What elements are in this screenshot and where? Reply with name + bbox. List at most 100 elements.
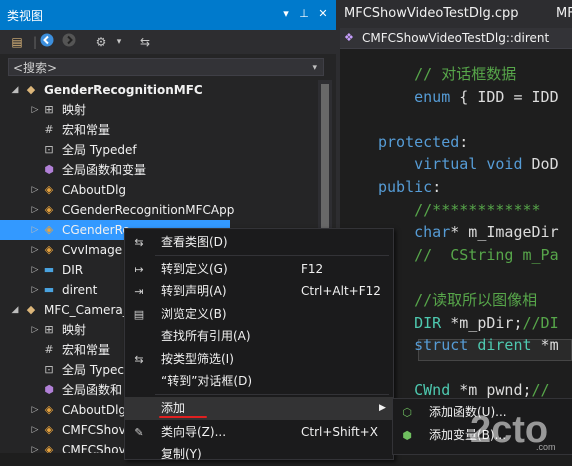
code-line[interactable]: // 对话框数据: [378, 64, 516, 84]
menu-item-label: 按类型筛选(I): [161, 351, 234, 366]
class-icon: ◈: [44, 183, 54, 196]
tree-item[interactable]: # 宏和常量: [0, 120, 320, 140]
menu-separator: [155, 393, 389, 395]
search-input[interactable]: <搜索> ▾: [8, 58, 324, 76]
code-line[interactable]: // CString m_Pa: [378, 245, 559, 265]
tree-item-label: CAboutDlg: [62, 183, 127, 197]
code-token: // 对话框数据: [414, 65, 517, 83]
pin-icon[interactable]: ⊥: [296, 6, 312, 22]
menu-item[interactable]: ▤ 浏览定义(B): [125, 303, 393, 326]
code-line[interactable]: public:: [378, 177, 441, 197]
tree-item-label: 全局 Typedef: [62, 143, 137, 157]
code-line[interactable]: protected:: [378, 132, 468, 152]
add-variable-icon: ⬢: [402, 429, 412, 442]
menu-item[interactable]: 添加 ▶: [125, 396, 393, 420]
tree-item[interactable]: ▷ ◈ CAboutDlg: [0, 180, 320, 200]
tab-active-file[interactable]: MFCShowVideoTestDlg.cpp: [340, 3, 519, 25]
back-icon[interactable]: [38, 33, 56, 51]
search-dropdown-icon[interactable]: ▾: [312, 59, 317, 77]
menu-item[interactable]: “转到”对话框(D): [125, 370, 393, 393]
code-token: *m_pDir;: [441, 313, 523, 332]
dropdown-icon[interactable]: ▾: [278, 6, 294, 22]
expander-icon[interactable]: ▷: [30, 220, 40, 240]
menu-item[interactable]: ⇆ 查看类图(D): [125, 231, 393, 254]
menu-item[interactable]: 查找所有引用(A): [125, 325, 393, 348]
code-token: { IDD = IDD: [450, 87, 559, 106]
expander-icon[interactable]: ▷: [30, 420, 40, 440]
tree-item[interactable]: ⊡ 全局 Typedef: [0, 140, 320, 160]
tree-item-label: CMFCShov: [62, 423, 126, 437]
class-icon: ◈: [44, 203, 54, 216]
tree-item[interactable]: ▷ ⊞ 映射: [0, 100, 320, 120]
add-function-icon: ⬡: [402, 406, 412, 419]
svg-text:.com: .com: [536, 442, 556, 452]
code-token: CWnd: [414, 381, 451, 400]
close-icon[interactable]: ✕: [315, 6, 331, 22]
code-line[interactable]: //读取所以图像相: [378, 290, 537, 310]
menu-item-label: 转到声明(A): [161, 284, 227, 298]
expander-icon[interactable]: ▷: [30, 200, 40, 220]
tree-item-label: 全局 Typec: [62, 363, 124, 377]
code-line[interactable]: DIR *m_pDir;//DI: [378, 313, 559, 333]
goto-decl-icon: ⇥: [134, 285, 144, 298]
struct-icon: ▬: [43, 283, 55, 296]
filter-icon: ⇆: [134, 352, 144, 366]
class-view-title-bar: 类视图 ▾ ⊥ ✕: [0, 0, 336, 30]
settings-dropdown-icon[interactable]: ▾: [110, 33, 128, 51]
code-token: :: [459, 132, 469, 151]
expander-icon[interactable]: ▷: [30, 260, 40, 280]
class-icon: ◈: [44, 443, 54, 453]
navigation-member[interactable]: CMFCShowVideoTestDlg::dirent: [362, 29, 549, 47]
expander-icon[interactable]: ▷: [30, 440, 40, 453]
code-line[interactable]: //************: [378, 200, 540, 220]
tree-item[interactable]: ▷ ◈ CGenderRecognitionMFCApp: [0, 200, 320, 220]
code-token: protected: [378, 132, 460, 151]
expander-icon[interactable]: ▷: [30, 280, 40, 300]
code-line[interactable]: enum { IDD = IDD: [378, 87, 559, 107]
tree-item-label: 全局函数和变量: [62, 163, 147, 177]
tree-item-label: 映射: [62, 323, 87, 337]
red-underline-annotation: [159, 415, 207, 418]
settings-gear-icon[interactable]: ⚙: [92, 33, 110, 51]
code-line[interactable]: struct dirent *m: [378, 335, 559, 355]
tree-item-label: CvvImage: [62, 243, 123, 257]
global-icon: ⬢: [44, 163, 54, 176]
tab-next-file[interactable]: MF: [556, 3, 572, 25]
navigation-bar[interactable]: ❖ CMFCShowVideoTestDlg::dirent: [340, 28, 572, 49]
menu-item[interactable]: ✎ 类向导(Z)... Ctrl+Shift+X: [125, 421, 393, 444]
menu-item[interactable]: ⇆ 按类型筛选(I): [125, 348, 393, 371]
watermark-logo: 2cto .com: [470, 409, 556, 452]
menu-item-shortcut: Ctrl+Alt+F12: [301, 284, 381, 298]
expander-icon[interactable]: ▷: [30, 100, 40, 120]
expander-icon[interactable]: ◢: [10, 300, 20, 320]
code-token: // CString m_Pa: [414, 245, 559, 264]
code-token: DIR: [414, 313, 442, 332]
tree-item-label: CGenderRe: [62, 223, 130, 237]
tree-item[interactable]: ◢ ◆ GenderRecognitionMFC: [0, 80, 320, 100]
expander-icon[interactable]: ▷: [30, 240, 40, 260]
code-token: struct: [414, 336, 469, 355]
expander-icon[interactable]: ▷: [30, 320, 40, 340]
wizard-icon: ✎: [134, 425, 144, 439]
forward-icon[interactable]: [60, 33, 78, 51]
code-token: *m_pwnd;: [450, 381, 532, 400]
menu-item[interactable]: ↦ 转到定义(G) F12: [125, 258, 393, 281]
sync-icon[interactable]: ⇆: [136, 33, 154, 51]
expander-icon[interactable]: ▷: [30, 400, 40, 420]
menu-item[interactable]: ⇥ 转到声明(A) Ctrl+Alt+F12: [125, 280, 393, 303]
menu-item[interactable]: 复制(Y): [125, 443, 393, 466]
new-folder-icon[interactable]: ▤: [8, 33, 26, 51]
code-line[interactable]: virtual void DoD: [378, 154, 559, 174]
code-line[interactable]: char* m_ImageDir: [378, 222, 559, 242]
menu-item-label: 转到定义(G): [161, 261, 228, 276]
code-token: *m: [531, 336, 559, 355]
expander-icon[interactable]: ◢: [10, 80, 20, 100]
code-token: //DI: [522, 313, 559, 332]
tree-item[interactable]: ⬢ 全局函数和变量: [0, 160, 320, 180]
code-token: public: [378, 178, 433, 196]
code-token: :: [432, 178, 442, 196]
menu-item-label: “转到”对话框(D): [161, 374, 253, 388]
expander-icon[interactable]: ▷: [30, 180, 40, 200]
code-token: void: [486, 155, 523, 174]
